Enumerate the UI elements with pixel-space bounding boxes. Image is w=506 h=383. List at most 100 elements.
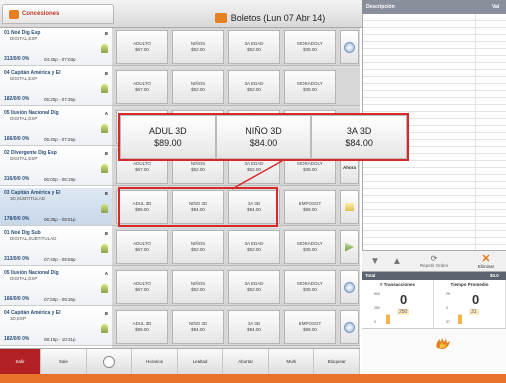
order-line[interactable] <box>363 210 506 217</box>
order-line[interactable] <box>363 175 506 182</box>
order-line[interactable] <box>363 105 506 112</box>
movie-showtime-item[interactable]: 02 Divergente Dig Esp DIGITAL,ESP B 316/0/0… <box>0 148 112 186</box>
ticket-price: $38.00 <box>303 247 317 252</box>
tab-boletos[interactable]: Boletos (Lun 07 Abr 14) <box>180 8 360 28</box>
order-line[interactable] <box>363 203 506 210</box>
hand-icon[interactable] <box>434 336 452 350</box>
ticket-price-button[interactable]: NIÑOS$52.00 <box>172 70 224 104</box>
row-action-button[interactable] <box>340 230 359 264</box>
ticket-price-button[interactable]: 3A EDAD$52.00 <box>228 30 280 64</box>
ticket-price: $89.00 <box>154 138 182 148</box>
movie-showtime-item[interactable]: 04 Capitán América y El DIGITAL,ESP B 182/0… <box>0 68 112 106</box>
kpi-tiempo-goal: 31 <box>469 309 479 315</box>
row-action-button[interactable] <box>340 310 359 344</box>
order-line[interactable] <box>363 182 506 189</box>
order-line[interactable] <box>363 77 506 84</box>
zoomed-price-button[interactable]: NIÑO 3D $84.00 <box>215 115 312 159</box>
toolbar-button[interactable]: Salir <box>0 348 42 375</box>
toolbar-button[interactable]: Multi <box>269 348 315 375</box>
ticket-price-button[interactable]: MORADOLY$38.00 <box>284 30 336 64</box>
row-action-button[interactable] <box>340 190 359 224</box>
ticket-price-button[interactable]: MORADOLY$38.00 <box>284 230 336 264</box>
ticket-price-button[interactable]: 3A EDAD$52.00 <box>228 270 280 304</box>
toolbar-button[interactable]: Bloquear <box>314 348 361 375</box>
arrow-down-icon[interactable]: ▼ <box>370 256 380 267</box>
ticket-price-button[interactable]: MORADOLY$38.00 <box>284 70 336 104</box>
ticket-price-button[interactable]: ADULTO$67.00 <box>116 270 168 304</box>
toolbar-button[interactable]: Lealtad <box>178 348 224 375</box>
order-line[interactable] <box>363 56 506 63</box>
kpi-tick: 500 <box>374 292 380 296</box>
order-line[interactable] <box>363 189 506 196</box>
tab-concesiones-label: Concesiones <box>22 11 60 17</box>
ticket-price: $84.00 <box>191 327 205 332</box>
order-line[interactable] <box>363 28 506 35</box>
ticket-price-button[interactable]: EMPOSGT $68.00 <box>284 310 336 344</box>
movie-format: DIGITAL,ESP <box>10 156 38 161</box>
zoomed-price-button[interactable]: 3A 3D $84.00 <box>311 115 408 159</box>
order-line[interactable] <box>363 224 506 231</box>
movie-showtime-item[interactable]: 01 Noé Dig Esp DIGITAL,ESP B 313/0/0 0% 04:4… <box>0 28 112 66</box>
movie-showtime-item[interactable]: 03 Capitán América y El 3D,SUBTITULAD B 178… <box>0 188 112 226</box>
toolbar-button[interactable]: Abortar <box>223 348 269 375</box>
order-line[interactable] <box>363 84 506 91</box>
movie-showtime-item[interactable]: 01 Noé Dig Sub DIGITAL,SUBTITULAD B 313/0/0… <box>0 228 112 266</box>
ticket-price-button[interactable]: NIÑO 3D $84.00 <box>172 310 224 344</box>
order-line[interactable] <box>363 42 506 49</box>
clock-button[interactable] <box>87 348 133 375</box>
toolbar-button-label: Abortar <box>238 359 253 364</box>
toolbar-button[interactable]: Horarios <box>132 348 178 375</box>
ticket-price-button[interactable]: 3A 3D $84.00 <box>228 310 280 344</box>
ticket-price-button[interactable]: EMPOSGT $68.00 <box>284 190 336 224</box>
kpi-transacciones-title: # Transacciones <box>379 282 416 287</box>
tab-boletos-label: Boletos (Lun 07 Abr 14) <box>230 13 326 23</box>
order-line[interactable] <box>363 91 506 98</box>
delete-button[interactable]: ✕ Eliminar <box>468 253 504 270</box>
movie-showtime-item[interactable]: 05 Ilusión Nacional Dig DIGITAL,ESP A 166/0… <box>0 268 112 306</box>
ticket-price-button[interactable]: NIÑOS$52.00 <box>172 270 224 304</box>
order-line[interactable] <box>363 63 506 70</box>
kpi-tiempo-title: Tiempo Promedio <box>450 282 489 287</box>
ticket-price-button[interactable]: ADULTO$67.00 <box>116 70 168 104</box>
kpi-transacciones-value: 0 <box>400 292 408 307</box>
ticket-price-button[interactable]: ADUL 3D $89.00 <box>116 310 168 344</box>
highlight-box <box>118 187 278 227</box>
order-line[interactable] <box>363 168 506 175</box>
ticket-price-button[interactable]: ADULTO$67.00 <box>116 30 168 64</box>
movie-showtime-item[interactable]: 05 Ilusión Nacional Dig DIGITAL,ESP A 166/0… <box>0 108 112 146</box>
ticket-price-button[interactable]: MORADOLY$38.00 <box>284 270 336 304</box>
order-line[interactable] <box>363 49 506 56</box>
popcorn-icon <box>101 204 108 213</box>
order-line[interactable] <box>363 35 506 42</box>
kpi-tiempo-value: 0 <box>472 292 480 307</box>
ticket-price: $52.00 <box>247 287 261 292</box>
order-line[interactable] <box>363 231 506 238</box>
ticket-price-button[interactable]: 3A EDAD$52.00 <box>228 230 280 264</box>
movie-seats: 313/0/0 0% <box>4 256 30 262</box>
movie-showtime-item[interactable]: 04 Capitán América y El 3D,ESP B 182/0/0 0%… <box>0 308 112 346</box>
ticket-price-button[interactable]: ADULTO$67.00 <box>116 230 168 264</box>
ticket-price-button[interactable]: NIÑOS$52.00 <box>172 230 224 264</box>
order-line[interactable] <box>363 161 506 168</box>
ticket-price-button[interactable]: NIÑOS$52.00 <box>172 30 224 64</box>
order-line[interactable] <box>363 21 506 28</box>
row-action-button[interactable] <box>340 270 359 304</box>
order-line[interactable] <box>363 196 506 203</box>
order-line[interactable] <box>363 217 506 224</box>
row-action-button[interactable] <box>340 30 359 64</box>
movie-seats: 316/0/0 0% <box>4 176 30 182</box>
delete-icon: ✕ <box>481 253 491 265</box>
folder-icon <box>345 203 354 211</box>
movie-time: 06:35p - 08:51p <box>44 217 76 222</box>
order-line[interactable] <box>363 14 506 21</box>
zoomed-price-button[interactable]: ADUL 3D $89.00 <box>120 115 216 159</box>
toolbar-button[interactable]: Sale <box>41 348 87 375</box>
arrow-up-icon[interactable]: ▲ <box>392 256 402 267</box>
order-line[interactable] <box>363 70 506 77</box>
ticket-price-button[interactable]: 3A EDAD$52.00 <box>228 70 280 104</box>
repeat-order-button[interactable]: ⟳ Repetir Orden <box>410 254 458 268</box>
tab-concesiones[interactable]: Concesiones <box>2 4 114 24</box>
ahora-label: Ahora <box>342 164 356 170</box>
order-line[interactable] <box>363 238 506 245</box>
order-line[interactable] <box>363 98 506 105</box>
